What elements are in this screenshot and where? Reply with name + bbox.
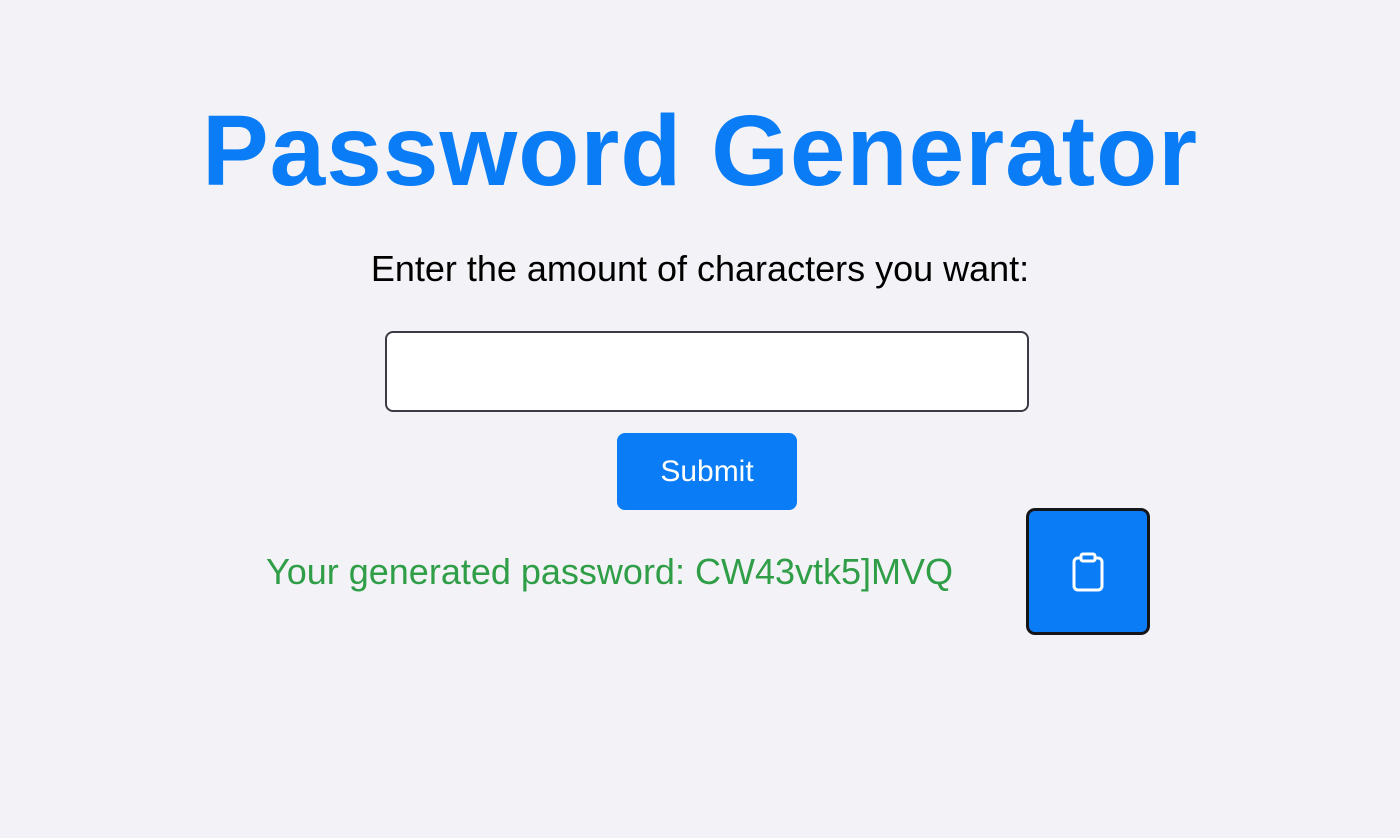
password-generator-page: Password Generator Enter the amount of c… <box>0 0 1400 838</box>
clipboard-icon <box>1071 552 1105 592</box>
submit-button[interactable]: Submit <box>617 433 797 510</box>
generated-password-value: CW43vtk5]MVQ <box>694 551 954 592</box>
page-title: Password Generator <box>201 95 1199 207</box>
copy-button[interactable] <box>1026 508 1150 635</box>
length-input[interactable] <box>385 331 1029 412</box>
length-prompt: Enter the amount of characters you want: <box>370 248 1030 289</box>
generated-password-text: Your generated password: CW43vtk5]MVQ <box>266 551 953 593</box>
generated-password-label: Your generated password: <box>266 551 695 592</box>
